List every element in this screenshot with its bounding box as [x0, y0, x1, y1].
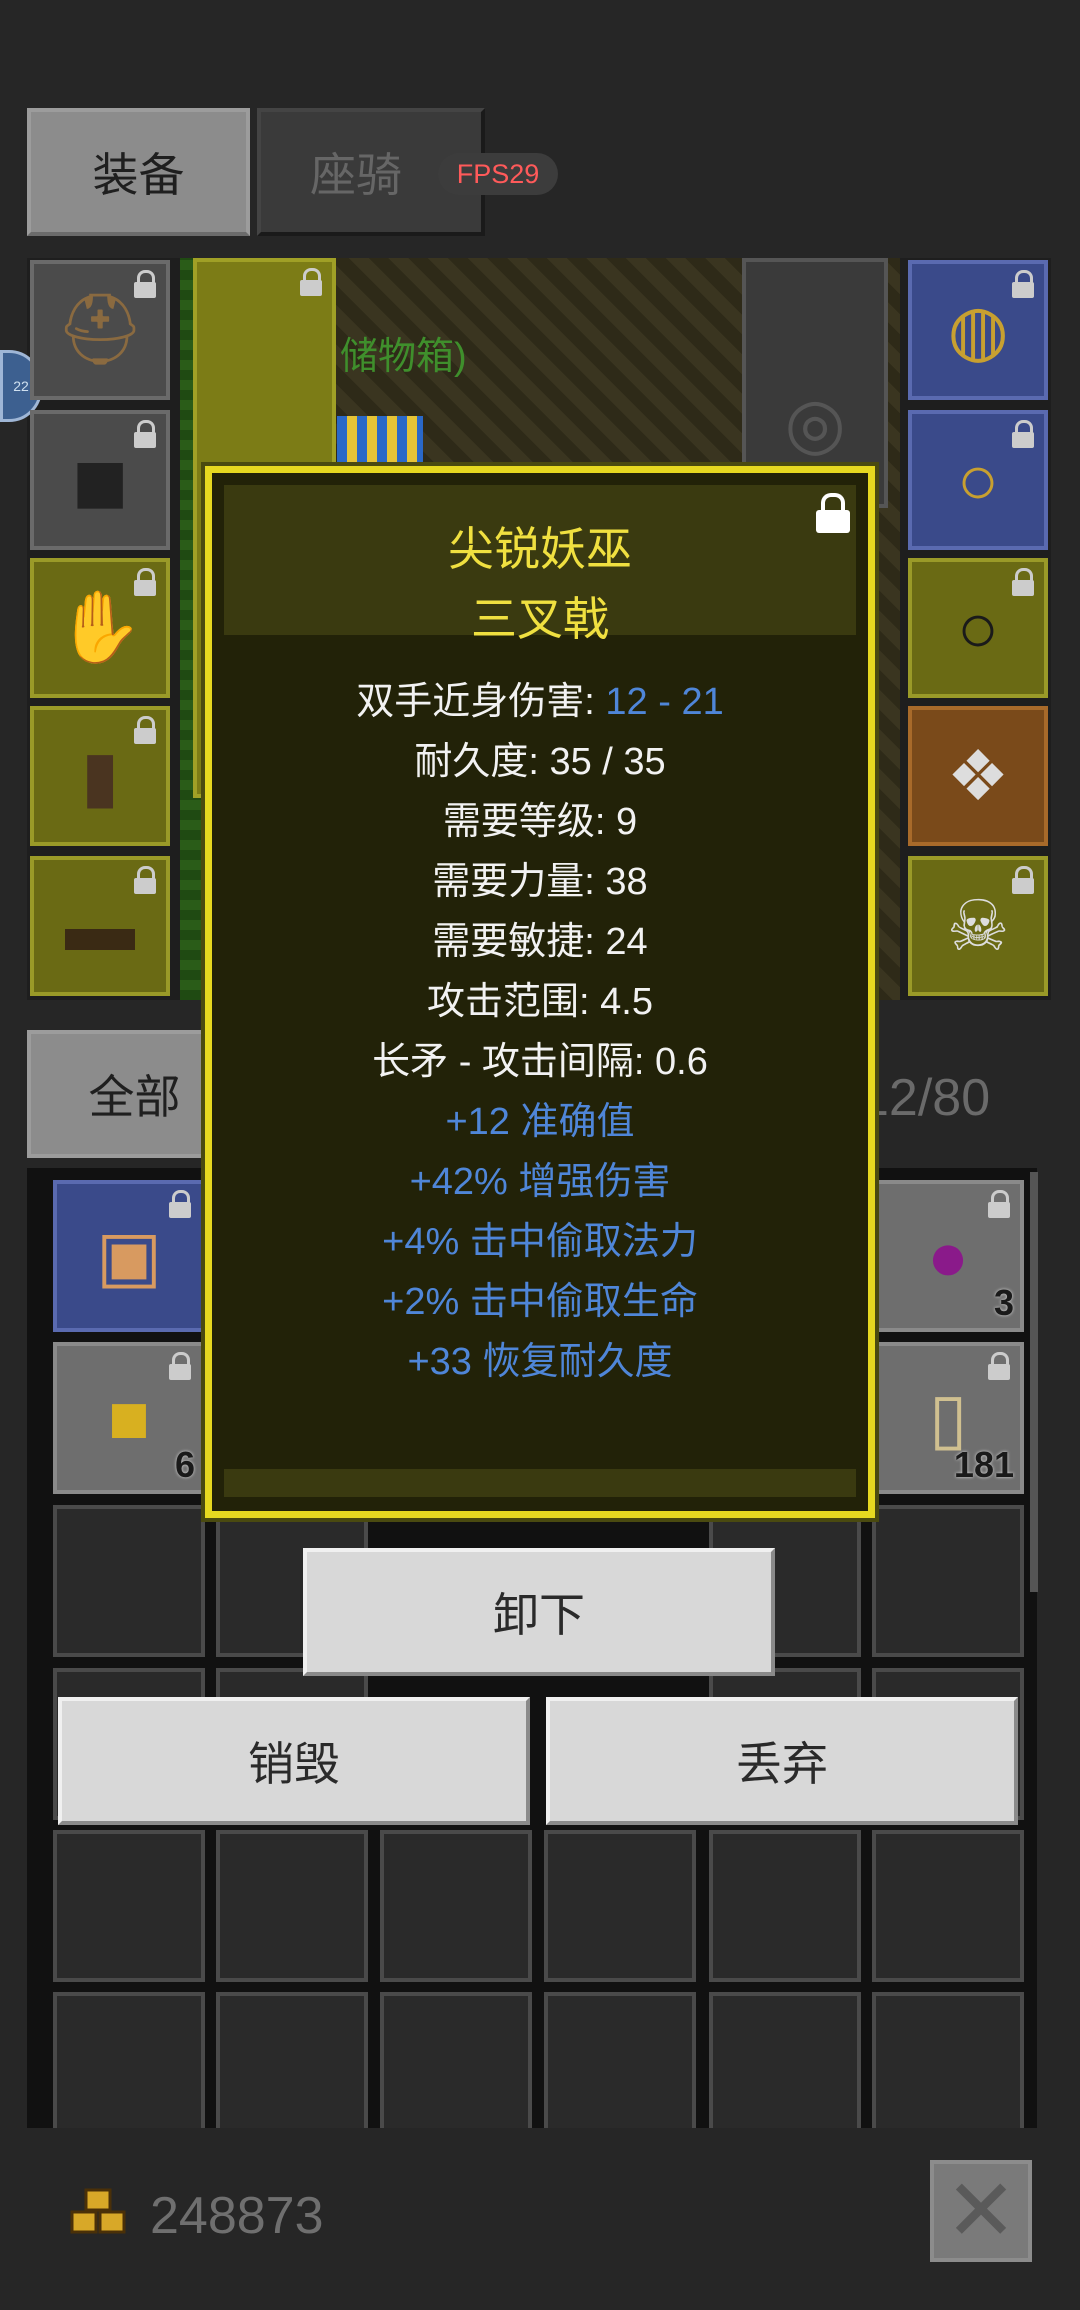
fps-badge: FPS29 [438, 153, 558, 195]
lock-icon [988, 1352, 1010, 1380]
ring-slot-1[interactable]: ○ [908, 410, 1048, 550]
bag-slot[interactable] [544, 1830, 696, 1982]
amulet-slot[interactable]: ◍ [908, 260, 1048, 400]
bag-capacity: 12/80 [860, 1069, 991, 1127]
bag-scrollbar[interactable] [1030, 1172, 1038, 1592]
bag-item-gem[interactable]: ● 3 [872, 1180, 1024, 1332]
gold-coins-icon [70, 2188, 126, 2234]
mount-slot[interactable]: ☠ [908, 856, 1048, 996]
affix-line: +33 恢复耐久度 [407, 1341, 673, 1383]
bag-item-scroll-paper[interactable]: ▯ 181 [872, 1342, 1024, 1494]
item-count: 181 [953, 1444, 1014, 1485]
ring-slot-2[interactable]: ○ [908, 558, 1048, 698]
stat-required-level: 需要等级: 9 [442, 801, 638, 843]
bag-slot[interactable] [709, 1830, 861, 1982]
gold-amount: 248873 [150, 2187, 324, 2245]
bag-slot[interactable] [872, 1830, 1024, 1982]
bag-slot[interactable] [53, 1830, 205, 1982]
item-count: 6 [174, 1444, 195, 1485]
stat-attack-interval: 长矛 - 攻击间隔: 0.6 [372, 1041, 708, 1083]
close-button[interactable]: ✕ [930, 2160, 1032, 2262]
bag-slot[interactable] [53, 1505, 205, 1657]
bag-item-scroll[interactable]: ▣ [53, 1180, 205, 1332]
tab-mount-label: 座骑 [310, 149, 402, 201]
boots-slot[interactable]: ▮ [30, 706, 170, 846]
item-type: 三叉戟 [471, 593, 609, 645]
bag-slot[interactable] [709, 1992, 861, 2144]
stat-attack-range: 攻击范围: 4.5 [427, 981, 653, 1023]
stat-required-strength: 需要力量: 38 [432, 861, 648, 903]
affix-line: +12 准确值 [445, 1101, 635, 1143]
armor-slot[interactable]: ◼ [30, 410, 170, 550]
bag-slot[interactable] [872, 1992, 1024, 2144]
lock-icon [1012, 420, 1034, 448]
affix-line: +42% 增强伤害 [409, 1161, 671, 1203]
bag-item-ore[interactable]: ■ 6 [53, 1342, 205, 1494]
helmet-slot[interactable]: ⛑ [30, 260, 170, 400]
item-count: 3 [993, 1282, 1014, 1323]
lock-icon [169, 1352, 191, 1380]
item-tooltip: 尖锐妖巫 三叉戟 双手近身伤害: 12 - 21 耐久度: 35 / 35 需要… [205, 466, 875, 1518]
bag-slot[interactable] [216, 1992, 368, 2144]
lock-icon [300, 268, 322, 296]
stat-damage: 双手近身伤害: 12 - 21 [212, 670, 868, 725]
gloves-slot[interactable]: ✋ [30, 558, 170, 698]
stat-durability: 耐久度: 35 / 35 [414, 741, 666, 783]
destroy-button[interactable]: 销毁 [58, 1697, 530, 1825]
bag-slot[interactable] [872, 1505, 1024, 1657]
tab-equipment[interactable]: 装备 [27, 108, 250, 236]
lock-icon [134, 420, 156, 448]
lock-icon [1012, 866, 1034, 894]
pet-icon: ❖ [946, 737, 1010, 815]
close-x-icon: ✕ [944, 2163, 1018, 2259]
lock-icon [169, 1190, 191, 1218]
bag-slot[interactable] [544, 1992, 696, 2144]
bag-slot[interactable] [380, 1992, 532, 2144]
lock-icon [134, 716, 156, 744]
pet-slot[interactable]: ❖ [908, 706, 1048, 846]
bag-slot[interactable] [216, 1830, 368, 1982]
storage-label: 储物箱) [340, 336, 467, 378]
tooltip-footer [224, 1469, 856, 1497]
affix-line: +4% 击中偷取法力 [382, 1221, 698, 1263]
stat-required-agility: 需要敏捷: 24 [432, 921, 648, 963]
lock-icon [1012, 568, 1034, 596]
lock-icon [988, 1190, 1010, 1218]
unequip-button[interactable]: 卸下 [303, 1548, 775, 1676]
discard-button[interactable]: 丢弃 [546, 1697, 1018, 1825]
affix-line: +2% 击中偷取生命 [382, 1281, 698, 1323]
lock-icon [134, 568, 156, 596]
stat-damage-value: 12 - 21 [605, 681, 724, 723]
lock-icon [134, 866, 156, 894]
item-name: 尖锐妖巫 [448, 523, 632, 575]
lock-icon [1012, 270, 1034, 298]
lock-icon [134, 270, 156, 298]
belt-slot[interactable]: ▬ [30, 856, 170, 996]
stat-damage-label: 双手近身伤害: [356, 681, 606, 723]
bag-slot[interactable] [380, 1830, 532, 1982]
bag-slot[interactable] [53, 1992, 205, 2144]
